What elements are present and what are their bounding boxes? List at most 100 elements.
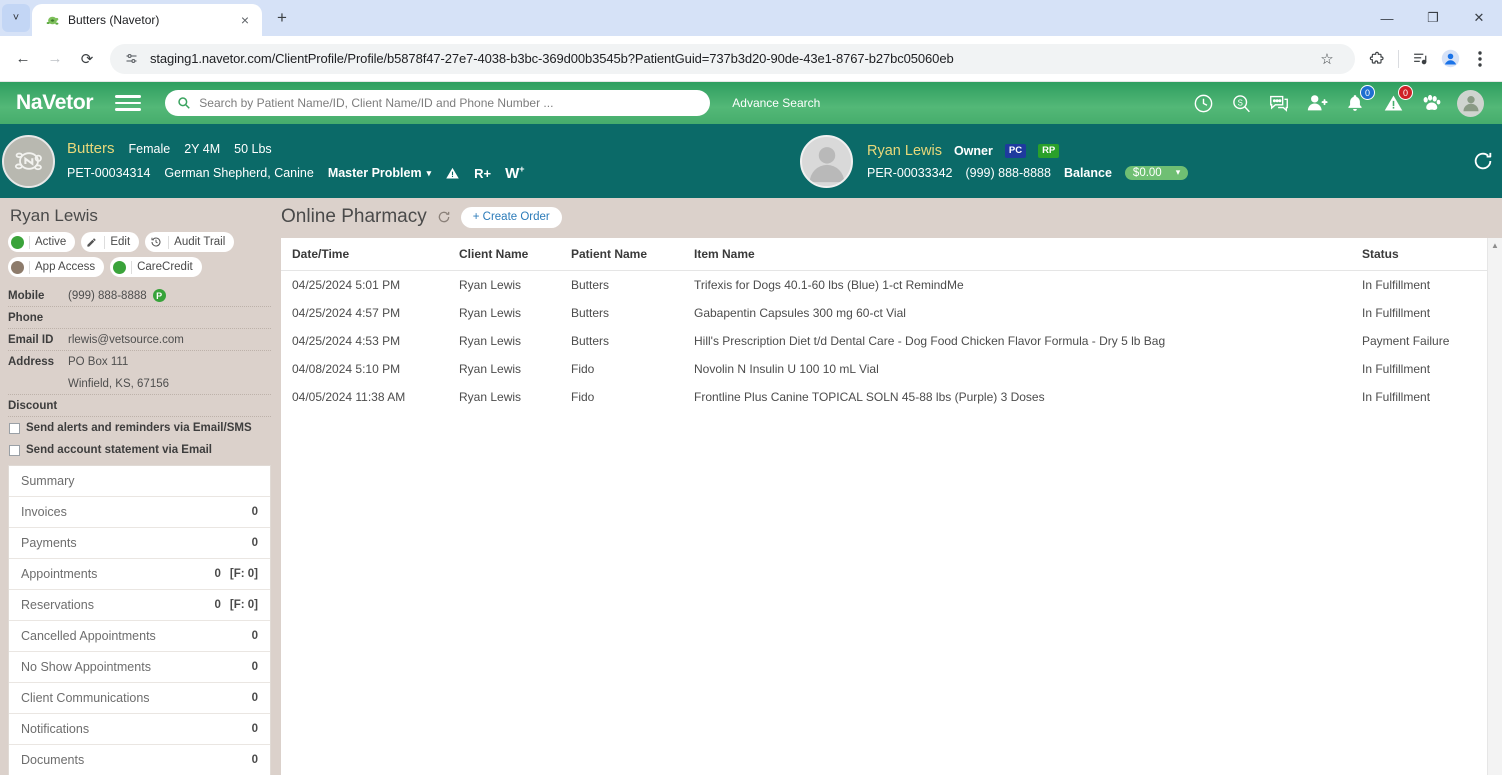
sidebar-item-label: Payments: [21, 536, 77, 550]
scroll-up-arrow-icon[interactable]: ▲: [1488, 238, 1502, 252]
w-plus-icon[interactable]: W+: [505, 164, 524, 182]
sidebar-item-documents[interactable]: Documents 0: [9, 745, 270, 775]
sidebar-item-no-show-appointments[interactable]: No Show Appointments 0: [9, 652, 270, 683]
advance-search-link[interactable]: Advance Search: [732, 96, 820, 110]
client-details: Mobile (999) 888-8888 P Phone Email ID r…: [8, 285, 271, 417]
app-access-chip[interactable]: App Access: [8, 257, 105, 277]
sidebar-item-payments[interactable]: Payments 0: [9, 528, 270, 559]
user-avatar-icon[interactable]: [1457, 89, 1484, 117]
new-tab-button[interactable]: +: [268, 4, 296, 32]
col-status[interactable]: Status: [1362, 238, 1502, 271]
tune-icon[interactable]: [124, 51, 140, 66]
sidebar-item-notifications[interactable]: Notifications 0: [9, 714, 270, 745]
send-alerts-checkbox[interactable]: [9, 422, 20, 434]
clock-icon[interactable]: [1191, 91, 1215, 115]
sidebar-item-future-count: [F: 0]: [229, 599, 258, 611]
online-pharmacy-table: Date/Time Client Name Patient Name Item …: [281, 238, 1502, 411]
reload-icon[interactable]: ⟳: [72, 44, 102, 74]
sidebar-item-count: 0: [251, 754, 258, 766]
three-dot-menu-icon[interactable]: [1466, 45, 1494, 73]
table-vertical-scrollbar[interactable]: ▲: [1487, 238, 1502, 775]
alert-triangle-icon[interactable]: 0: [1381, 85, 1413, 115]
create-order-button[interactable]: + Create Order: [460, 206, 562, 228]
cell-item: Gabapentin Capsules 300 mg 60-ct Vial: [694, 306, 906, 320]
send-statement-checkbox[interactable]: [9, 444, 20, 456]
audit-trail-button[interactable]: Audit Trail: [145, 232, 235, 252]
warning-triangle-icon[interactable]: [445, 166, 460, 181]
edit-button[interactable]: Edit: [81, 232, 140, 252]
owner-name[interactable]: Ryan Lewis: [867, 143, 942, 159]
table-header-row: Date/Time Client Name Patient Name Item …: [281, 238, 1502, 271]
pet-age: 2Y 4M: [184, 142, 221, 156]
add-user-icon[interactable]: [1305, 91, 1329, 115]
status-dot: [11, 235, 24, 249]
back-icon[interactable]: ←: [8, 44, 38, 74]
profile-avatar-icon[interactable]: [1436, 45, 1464, 73]
r-plus-icon[interactable]: R+: [474, 166, 491, 181]
balance-value: $0.00: [1132, 166, 1162, 179]
pet-turtle-avatar[interactable]: [2, 134, 55, 188]
pet-sex: Female: [128, 142, 171, 156]
col-patient-name[interactable]: Patient Name: [571, 238, 694, 271]
audit-trail-label: Audit Trail: [174, 236, 226, 248]
window-close-button[interactable]: ✕: [1456, 0, 1502, 36]
sidebar-item-reservations[interactable]: Reservations 0 [F: 0]: [9, 590, 270, 621]
tab-close-icon[interactable]: ×: [236, 11, 254, 29]
refresh-icon[interactable]: [437, 210, 451, 224]
checkbox-row-statement[interactable]: Send account statement via Email: [8, 439, 271, 461]
status-chip-active[interactable]: Active: [8, 232, 76, 252]
send-statement-label: Send account statement via Email: [26, 444, 212, 456]
col-item-name[interactable]: Item Name: [694, 238, 1362, 271]
table-row[interactable]: 04/25/2024 4:57 PM Ryan Lewis Butters Ga…: [281, 299, 1502, 327]
browser-tab[interactable]: Butters (Navetor) ×: [32, 4, 262, 36]
page-refresh-icon[interactable]: [1472, 150, 1494, 172]
media-playlist-icon[interactable]: [1406, 45, 1434, 73]
owner-avatar-icon[interactable]: [800, 134, 853, 188]
table-row[interactable]: 04/08/2024 5:10 PM Ryan Lewis Fido Novol…: [281, 355, 1502, 383]
detail-row-mobile: Mobile (999) 888-8888 P: [8, 285, 271, 307]
cell-patient: Fido: [571, 390, 595, 404]
bell-icon[interactable]: 0: [1343, 85, 1375, 115]
forward-icon[interactable]: →: [40, 44, 70, 74]
sidebar-item-count: 0: [251, 630, 258, 642]
sidebar-item-appointments[interactable]: Appointments 0 [F: 0]: [9, 559, 270, 590]
sidebar-item-invoices[interactable]: Invoices 0: [9, 497, 270, 528]
window-minimize-button[interactable]: —: [1364, 0, 1410, 36]
master-problem-label: Master Problem: [327, 166, 422, 180]
cell-datetime: 04/25/2024 5:01 PM: [292, 278, 401, 292]
sidebar-item-client-communications[interactable]: Client Communications 0: [9, 683, 270, 714]
sidebar-item-cancelled-appointments[interactable]: Cancelled Appointments 0: [9, 621, 270, 652]
tab-search-button[interactable]: ˅: [2, 4, 30, 32]
window-maximize-button[interactable]: ❐: [1410, 0, 1456, 36]
cell-patient: Butters: [571, 306, 610, 320]
table-row[interactable]: 04/05/2024 11:38 AM Ryan Lewis Fido Fron…: [281, 383, 1502, 411]
page-title: Online Pharmacy: [281, 206, 427, 227]
table-row[interactable]: 04/25/2024 5:01 PM Ryan Lewis Butters Tr…: [281, 271, 1502, 300]
paw-icon[interactable]: [1419, 91, 1443, 115]
extensions-puzzle-icon[interactable]: [1363, 45, 1391, 73]
dollar-search-icon[interactable]: S: [1229, 91, 1253, 115]
sidebar-item-count: 0: [251, 506, 258, 518]
sidebar-item-label: No Show Appointments: [21, 660, 151, 674]
owner-role-label: Owner: [953, 143, 993, 158]
pet-name[interactable]: Butters: [67, 140, 115, 157]
hamburger-icon[interactable]: [115, 95, 142, 111]
address-bar[interactable]: staging1.navetor.com/ClientProfile/Profi…: [110, 43, 1355, 74]
carecredit-chip[interactable]: CareCredit: [110, 257, 202, 277]
sidebar-item-summary[interactable]: Summary: [9, 466, 270, 497]
col-client-name[interactable]: Client Name: [459, 238, 571, 271]
master-problem-dropdown[interactable]: Master Problem ▾: [328, 166, 431, 180]
checkbox-row-alerts[interactable]: Send alerts and reminders via Email/SMS: [8, 417, 271, 439]
cell-client: Ryan Lewis: [459, 362, 522, 376]
detail-value: (999) 888-8888 P: [68, 289, 166, 302]
tag-rp: RP: [1038, 143, 1060, 158]
bookmark-star-icon[interactable]: ☆: [1313, 45, 1341, 73]
table-row[interactable]: 04/25/2024 4:53 PM Ryan Lewis Butters Hi…: [281, 327, 1502, 355]
cell-item: Hill's Prescription Diet t/d Dental Care…: [694, 334, 1166, 348]
balance-dropdown[interactable]: $0.00 ▾: [1124, 165, 1189, 180]
app-logo[interactable]: NaVetor: [10, 91, 94, 115]
chat-icon[interactable]: [1267, 91, 1291, 115]
col-datetime[interactable]: Date/Time: [281, 238, 459, 271]
global-search-input[interactable]: Search by Patient Name/ID, Client Name/I…: [165, 90, 711, 116]
detail-row-email: Email ID rlewis@vetsource.com: [8, 329, 271, 351]
